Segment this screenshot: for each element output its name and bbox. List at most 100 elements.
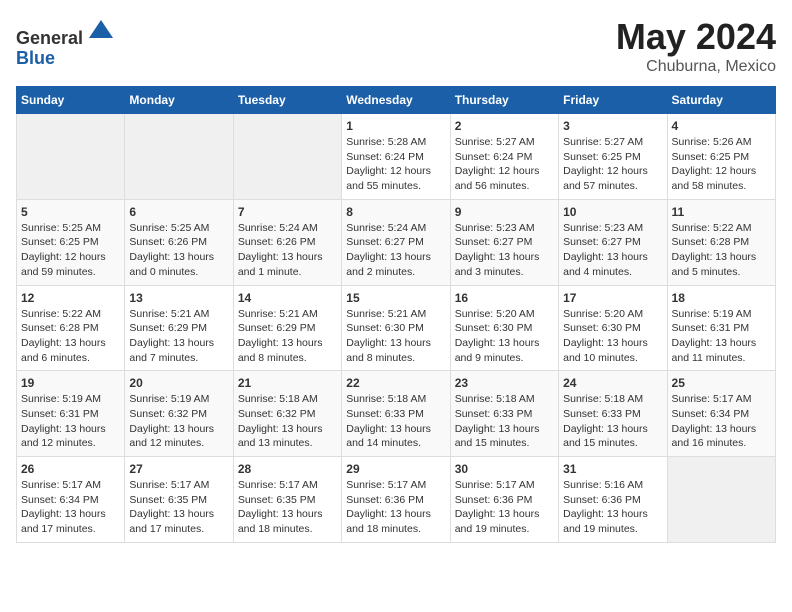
day-info-line: Sunrise: 5:25 AM <box>21 221 120 236</box>
calendar-cell: 28Sunrise: 5:17 AMSunset: 6:35 PMDayligh… <box>233 457 341 543</box>
day-info-line: Sunset: 6:36 PM <box>346 493 445 508</box>
calendar-cell <box>125 114 233 200</box>
day-info-line: Daylight: 13 hours <box>455 250 554 265</box>
calendar-cell: 20Sunrise: 5:19 AMSunset: 6:32 PMDayligh… <box>125 371 233 457</box>
day-info-line: Daylight: 13 hours <box>346 336 445 351</box>
day-number: 22 <box>346 376 445 390</box>
day-info-line: Daylight: 13 hours <box>563 422 662 437</box>
day-info-line: Sunrise: 5:20 AM <box>563 307 662 322</box>
calendar-cell: 4Sunrise: 5:26 AMSunset: 6:25 PMDaylight… <box>667 114 775 200</box>
day-info-line: and 18 minutes. <box>238 522 337 537</box>
day-info-line: and 58 minutes. <box>672 179 771 194</box>
day-number: 15 <box>346 291 445 305</box>
calendar-cell: 30Sunrise: 5:17 AMSunset: 6:36 PMDayligh… <box>450 457 558 543</box>
day-info-line: Daylight: 13 hours <box>455 336 554 351</box>
day-info-line: Daylight: 12 hours <box>672 164 771 179</box>
day-info-line: Sunset: 6:33 PM <box>346 407 445 422</box>
day-info-line: and 17 minutes. <box>21 522 120 537</box>
day-number: 18 <box>672 291 771 305</box>
day-info-line: Sunrise: 5:26 AM <box>672 135 771 150</box>
day-info-line: and 19 minutes. <box>455 522 554 537</box>
calendar-cell: 21Sunrise: 5:18 AMSunset: 6:32 PMDayligh… <box>233 371 341 457</box>
calendar-week-row: 1Sunrise: 5:28 AMSunset: 6:24 PMDaylight… <box>17 114 776 200</box>
calendar-cell: 1Sunrise: 5:28 AMSunset: 6:24 PMDaylight… <box>342 114 450 200</box>
day-info-line: and 16 minutes. <box>672 436 771 451</box>
day-info-line: and 13 minutes. <box>238 436 337 451</box>
day-info-line: and 15 minutes. <box>455 436 554 451</box>
day-info-line: and 6 minutes. <box>21 351 120 366</box>
day-info-line: Daylight: 12 hours <box>563 164 662 179</box>
day-info-line: Sunrise: 5:23 AM <box>563 221 662 236</box>
header-row: SundayMondayTuesdayWednesdayThursdayFrid… <box>17 87 776 114</box>
day-info-line: and 15 minutes. <box>563 436 662 451</box>
calendar-cell: 26Sunrise: 5:17 AMSunset: 6:34 PMDayligh… <box>17 457 125 543</box>
day-info-line: Daylight: 12 hours <box>21 250 120 265</box>
day-info-line: Sunset: 6:30 PM <box>563 321 662 336</box>
day-info-line: and 59 minutes. <box>21 265 120 280</box>
day-info-line: Sunrise: 5:19 AM <box>672 307 771 322</box>
day-header: Wednesday <box>342 87 450 114</box>
day-info-line: Sunrise: 5:18 AM <box>455 392 554 407</box>
day-info-line: and 14 minutes. <box>346 436 445 451</box>
day-number: 2 <box>455 119 554 133</box>
day-info-line: Daylight: 13 hours <box>21 422 120 437</box>
day-info-line: and 4 minutes. <box>563 265 662 280</box>
day-info-line: Daylight: 13 hours <box>238 336 337 351</box>
day-info-line: Daylight: 13 hours <box>21 507 120 522</box>
day-number: 14 <box>238 291 337 305</box>
day-info-line: Sunrise: 5:22 AM <box>21 307 120 322</box>
day-info-line: Daylight: 13 hours <box>238 250 337 265</box>
day-info-line: Sunrise: 5:18 AM <box>238 392 337 407</box>
calendar-cell: 15Sunrise: 5:21 AMSunset: 6:30 PMDayligh… <box>342 285 450 371</box>
day-info-line: Sunrise: 5:17 AM <box>455 478 554 493</box>
day-info-line: Sunrise: 5:27 AM <box>563 135 662 150</box>
day-info-line: Sunset: 6:28 PM <box>21 321 120 336</box>
day-info-line: Sunset: 6:27 PM <box>563 235 662 250</box>
calendar-cell: 16Sunrise: 5:20 AMSunset: 6:30 PMDayligh… <box>450 285 558 371</box>
day-info-line: Sunset: 6:24 PM <box>455 150 554 165</box>
calendar-cell: 23Sunrise: 5:18 AMSunset: 6:33 PMDayligh… <box>450 371 558 457</box>
day-info-line: Sunrise: 5:27 AM <box>455 135 554 150</box>
day-info-line: Sunset: 6:33 PM <box>455 407 554 422</box>
calendar-week-row: 26Sunrise: 5:17 AMSunset: 6:34 PMDayligh… <box>17 457 776 543</box>
day-info-line: Daylight: 13 hours <box>672 336 771 351</box>
day-number: 27 <box>129 462 228 476</box>
calendar-cell: 18 Sunrise: 5:19 AMSunset: 6:31 PMDayligh… <box>667 285 775 371</box>
day-info-line: and 8 minutes. <box>238 351 337 366</box>
day-info-line: and 17 minutes. <box>129 522 228 537</box>
day-info-line: Sunset: 6:29 PM <box>238 321 337 336</box>
calendar-week-row: 19Sunrise: 5:19 AMSunset: 6:31 PMDayligh… <box>17 371 776 457</box>
day-info-line: Sunrise: 5:24 AM <box>346 221 445 236</box>
calendar-week-row: 12Sunrise: 5:22 AMSunset: 6:28 PMDayligh… <box>17 285 776 371</box>
day-info-line: Daylight: 13 hours <box>129 336 228 351</box>
day-number: 30 <box>455 462 554 476</box>
day-info-line: Daylight: 13 hours <box>455 422 554 437</box>
logo-icon <box>87 16 115 44</box>
day-number: 28 <box>238 462 337 476</box>
day-info-line: Daylight: 13 hours <box>672 422 771 437</box>
day-info-line: Daylight: 13 hours <box>563 507 662 522</box>
day-number: 1 <box>346 119 445 133</box>
day-number: 24 <box>563 376 662 390</box>
day-info-line: Sunrise: 5:17 AM <box>672 392 771 407</box>
day-info-line: and 2 minutes. <box>346 265 445 280</box>
day-info-line: Sunset: 6:31 PM <box>672 321 771 336</box>
day-header: Sunday <box>17 87 125 114</box>
day-info-line: Sunset: 6:36 PM <box>563 493 662 508</box>
day-info-line: and 19 minutes. <box>563 522 662 537</box>
day-info-line: Sunset: 6:26 PM <box>129 235 228 250</box>
day-info-line: Sunset: 6:27 PM <box>346 235 445 250</box>
day-info-line: Daylight: 12 hours <box>346 164 445 179</box>
calendar-cell: 31Sunrise: 5:16 AMSunset: 6:36 PMDayligh… <box>559 457 667 543</box>
day-number: 9 <box>455 205 554 219</box>
day-info-line: Sunset: 6:32 PM <box>129 407 228 422</box>
day-info-line: and 8 minutes. <box>346 351 445 366</box>
day-number: 25 <box>672 376 771 390</box>
day-info-line: and 18 minutes. <box>346 522 445 537</box>
day-info-line: Sunset: 6:27 PM <box>455 235 554 250</box>
day-info-line: and 3 minutes. <box>455 265 554 280</box>
day-info-line: Sunset: 6:35 PM <box>238 493 337 508</box>
day-number: 20 <box>129 376 228 390</box>
day-info-line: Sunrise: 5:17 AM <box>346 478 445 493</box>
page-header: General Blue May 2024 Chuburna, Mexico <box>16 16 776 76</box>
